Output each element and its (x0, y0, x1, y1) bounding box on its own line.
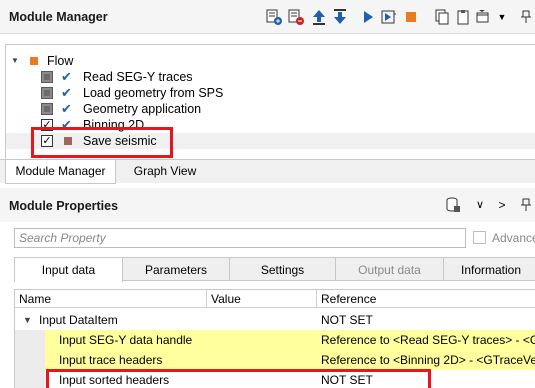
tree-item-geometry-application[interactable]: ✔ Geometry application (6, 101, 535, 117)
tab-module-manager[interactable]: Module Manager (5, 160, 116, 184)
tree-item-load-geometry[interactable]: ✔ Load geometry from SPS (6, 85, 535, 101)
module-state-icon (41, 103, 53, 115)
search-property-input[interactable]: Search Property (14, 228, 466, 248)
database-icon[interactable] (445, 197, 461, 213)
module-properties-title: Module Properties (9, 199, 119, 213)
tree-item-read-segy[interactable]: ✔ Read SEG-Y traces (6, 69, 535, 85)
tree-root-label: Flow (47, 54, 74, 68)
pin-icon[interactable] (518, 9, 534, 25)
advanced-label: Advance (492, 231, 535, 245)
property-name: Input SEG-Y data handle (59, 333, 193, 347)
highlight-box-input-sorted-headers (46, 369, 431, 388)
run-step-icon[interactable] (381, 9, 397, 25)
blue-check-icon: ✔ (61, 69, 72, 84)
run-icon[interactable] (360, 9, 376, 25)
stop-icon[interactable] (403, 9, 419, 25)
tab-information[interactable]: Information (443, 257, 535, 281)
chevron-right-icon[interactable]: > (494, 197, 510, 213)
row-indent (15, 370, 45, 388)
tab-settings[interactable]: Settings (229, 257, 336, 281)
paste-icon[interactable] (455, 9, 471, 25)
tab-input-data[interactable]: Input data (14, 257, 123, 282)
tab-output-data[interactable]: Output data (335, 257, 444, 281)
tab-graph-view[interactable]: Graph View (124, 160, 206, 184)
grid-header: Name Value Reference (15, 290, 535, 308)
module-state-icon (41, 71, 53, 83)
remove-module-icon[interactable] (288, 9, 304, 25)
move-up-icon[interactable] (311, 9, 327, 25)
property-name: Input trace headers (59, 353, 163, 367)
properties-tabs: Input data Parameters Settings Output da… (14, 257, 535, 282)
module-manager-header: Module Manager ▼ (0, 0, 535, 34)
window-menu-icon[interactable] (476, 9, 492, 25)
table-row[interactable]: Input SEG-Y data handle Reference to <Re… (15, 330, 535, 350)
row-indent (15, 350, 45, 370)
module-state-icon (41, 87, 53, 99)
module-manager-title: Module Manager (9, 10, 108, 24)
tree-root-flow[interactable]: ▼ Flow (6, 53, 535, 69)
expand-arrow-icon[interactable]: ▼ (23, 310, 32, 330)
module-manager-tabs: Module Manager Graph View (0, 159, 535, 184)
column-header-name[interactable]: Name (15, 290, 207, 308)
tab-parameters[interactable]: Parameters (122, 257, 230, 281)
highlight-box-save-seismic (31, 127, 173, 158)
pin-icon[interactable] (518, 197, 534, 213)
expand-arrow-icon[interactable]: ▼ (11, 53, 19, 69)
tree-item-label: Read SEG-Y traces (83, 70, 193, 84)
advanced-checkbox[interactable] (473, 231, 486, 244)
copy-icon[interactable] (434, 9, 450, 25)
blue-check-icon: ✔ (61, 101, 72, 116)
property-reference: Reference to <Read SEG-Y traces> - <GR (321, 333, 535, 347)
group-reference: NOT SET (321, 313, 373, 327)
tree-item-label: Geometry application (83, 102, 202, 116)
property-reference: Reference to <Binning 2D> - <GTraceVec (321, 353, 535, 367)
column-header-reference[interactable]: Reference (317, 290, 535, 308)
module-properties-header: Module Properties ∨ > (0, 188, 535, 222)
move-down-icon[interactable] (332, 9, 348, 25)
blue-check-icon: ✔ (61, 85, 72, 100)
row-indent (15, 330, 45, 350)
group-name: Input DataItem (39, 313, 118, 327)
add-module-icon[interactable] (266, 9, 282, 25)
flow-icon (30, 57, 38, 65)
chevron-down-icon[interactable]: ▼ (494, 9, 510, 25)
table-row[interactable]: Input trace headers Reference to <Binnin… (15, 350, 535, 370)
column-header-value[interactable]: Value (207, 290, 317, 308)
grid-group-row[interactable]: ▼ Input DataItem NOT SET (15, 310, 535, 330)
chevron-down-icon[interactable]: ∨ (472, 197, 488, 213)
tree-item-label: Load geometry from SPS (83, 86, 224, 100)
